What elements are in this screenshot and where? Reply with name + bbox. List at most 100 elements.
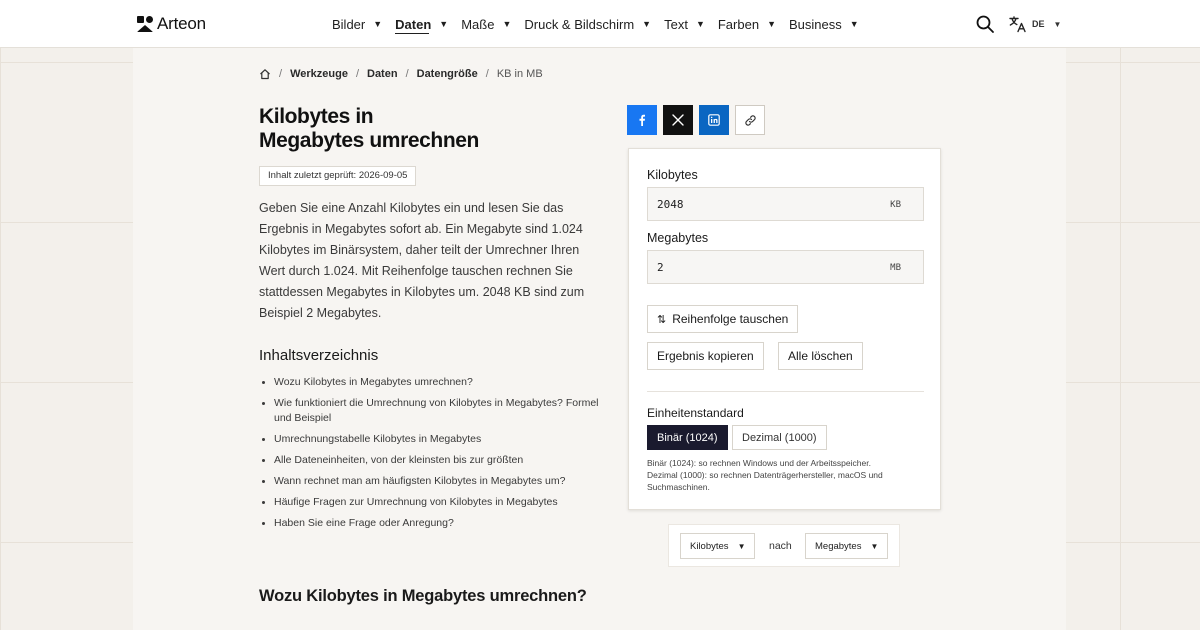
unit-standard-label: Einheitenstandard <box>647 406 744 420</box>
nav-item-label: Daten <box>395 16 432 32</box>
breadcrumb-separator: / <box>485 68 489 80</box>
breadcrumb: / Werkzeuge / Daten / Datengröße / KB in… <box>259 68 543 80</box>
toc-heading: Inhaltsverzeichnis <box>259 347 379 364</box>
share-buttons <box>627 105 765 135</box>
toc-link[interactable]: Alle Dateneinheiten, von der kleinsten b… <box>274 454 523 466</box>
breadcrumb-separator: / <box>355 68 359 80</box>
breadcrumb-separator: / <box>405 68 409 80</box>
top-navigation-bar: Arteon Bilder ▼ Daten ▼ Maße ▼ Druck & B… <box>0 0 1200 48</box>
breadcrumb-current: KB in MB <box>496 68 543 80</box>
search-button[interactable] <box>975 14 995 34</box>
toc-link[interactable]: Wie funktioniert die Umrechnung von Kilo… <box>274 397 599 424</box>
facebook-icon <box>639 114 645 126</box>
from-unit: KB <box>890 200 901 210</box>
main-navigation: Bilder ▼ Daten ▼ Maße ▼ Druck & Bildschi… <box>332 0 872 48</box>
standard-decimal-toggle[interactable]: Dezimal (1000) <box>732 425 827 450</box>
toc-item[interactable]: Wie funktioniert die Umrechnung von Kilo… <box>259 396 599 426</box>
caret-down-icon: ▼ <box>767 19 776 29</box>
nav-item-daten[interactable]: Daten ▼ <box>395 0 461 48</box>
search-icon <box>976 15 994 33</box>
toc-link[interactable]: Haben Sie eine Frage oder Anregung? <box>274 517 454 529</box>
nav-item-druck-bildschirm[interactable]: Druck & Bildschirm ▼ <box>524 0 664 48</box>
page-title: Kilobytes in Megabytes umrechnen <box>259 105 589 153</box>
to-unit: MB <box>890 263 901 273</box>
share-x-button[interactable] <box>663 105 693 135</box>
swap-arrows-icon: ⇅ <box>657 313 667 326</box>
toc-item[interactable]: Umrechnungstabelle Kilobytes in Megabyte… <box>259 432 599 447</box>
nav-item-business[interactable]: Business ▼ <box>789 0 872 48</box>
section-heading: Wozu Kilobytes in Megabytes umrechnen? <box>259 587 587 605</box>
note-decimal: Dezimal (1000): so rechnen Datenträgerhe… <box>647 470 883 492</box>
toc-item[interactable]: Wozu Kilobytes in Megabytes umrechnen? <box>259 375 599 390</box>
toc-link[interactable]: Wozu Kilobytes in Megabytes umrechnen? <box>274 376 473 388</box>
nav-item-text[interactable]: Text ▼ <box>664 0 718 48</box>
from-field: KB <box>647 187 924 221</box>
linkedin-icon <box>708 114 720 126</box>
caret-down-icon: ▼ <box>373 19 383 29</box>
toc-item[interactable]: Alle Dateneinheiten, von der kleinsten b… <box>259 453 599 468</box>
toc-link[interactable]: Wann rechnet man am häufigsten Kilobytes… <box>274 475 565 487</box>
nav-item-bilder[interactable]: Bilder ▼ <box>332 0 395 48</box>
standard-binary-toggle[interactable]: Binär (1024) <box>647 425 728 450</box>
unit-selector: Kilobytes ▼ nach Megabytes ▼ <box>668 524 900 567</box>
caret-down-icon: ▼ <box>439 19 449 29</box>
breadcrumb-item[interactable]: Werkzeuge <box>290 68 348 80</box>
nav-item-label: Text <box>664 16 688 32</box>
translate-icon <box>1009 16 1026 33</box>
copy-result-button[interactable]: Ergebnis kopieren <box>647 342 764 370</box>
caret-down-icon: ▼ <box>695 19 705 29</box>
clear-all-label: Alle löschen <box>788 349 853 363</box>
home-icon[interactable] <box>259 68 271 80</box>
to-unit-select-value: Megabytes <box>815 540 862 552</box>
from-unit-select[interactable]: Kilobytes ▼ <box>680 533 756 559</box>
caret-down-icon: ▼ <box>1053 19 1062 29</box>
from-field-label: Kilobytes <box>647 168 698 182</box>
nav-item-label: Maße <box>461 16 495 32</box>
swap-order-label: Reihenfolge tauschen <box>672 312 789 326</box>
intro-paragraph: Geben Sie eine Anzahl Kilobytes ein und … <box>259 201 585 320</box>
card-divider <box>647 391 924 392</box>
converter-card: Kilobytes KB Megabytes MB ⇅ Reihenfolge … <box>628 148 941 510</box>
unit-standard-note: Binär (1024): so rechnen Windows und der… <box>647 457 927 493</box>
language-code: DE <box>1032 19 1045 29</box>
toc-item[interactable]: Wann rechnet man am häufigsten Kilobytes… <box>259 474 599 489</box>
toc-link[interactable]: Häufige Fragen zur Umrechnung von Kiloby… <box>274 496 558 508</box>
note-binary: Binär (1024): so rechnen Windows und der… <box>647 458 871 468</box>
toc-link[interactable]: Umrechnungstabelle Kilobytes in Megabyte… <box>274 433 481 445</box>
to-unit-select[interactable]: Megabytes ▼ <box>805 533 889 559</box>
kilobytes-input[interactable] <box>648 188 878 220</box>
breadcrumb-item[interactable]: Daten <box>367 68 398 80</box>
caret-down-icon: ▼ <box>849 19 859 29</box>
nav-item-label: Bilder <box>332 16 366 32</box>
review-date-badge: Inhalt zuletzt geprüft: 2026-09-05 <box>259 166 417 186</box>
nav-item-label: Farben <box>717 16 760 32</box>
to-field-label: Megabytes <box>647 231 709 245</box>
brand-logo[interactable]: Arteon <box>137 14 206 34</box>
brand-name: Arteon <box>157 14 206 33</box>
table-of-contents: Wozu Kilobytes in Megabytes umrechnen? W… <box>259 375 599 537</box>
megabytes-input[interactable] <box>648 251 878 283</box>
breadcrumb-item[interactable]: Datengröße <box>417 68 478 80</box>
clear-all-button[interactable]: Alle löschen <box>778 342 863 370</box>
share-linkedin-button[interactable] <box>699 105 729 135</box>
toc-item[interactable]: Haben Sie eine Frage oder Anregung? <box>259 516 599 531</box>
language-switcher[interactable]: DE ▼ <box>1009 14 1061 34</box>
caret-down-icon: ▼ <box>642 19 652 29</box>
nav-item-farben[interactable]: Farben ▼ <box>718 0 789 48</box>
swap-order-button[interactable]: ⇅ Reihenfolge tauschen <box>647 305 799 333</box>
copy-link-button[interactable] <box>735 105 765 135</box>
link-icon <box>744 114 756 126</box>
from-unit-select-value: Kilobytes <box>690 540 729 552</box>
nav-item-masse[interactable]: Maße ▼ <box>461 0 524 48</box>
page-title-line: Megabytes umrechnen <box>259 129 479 152</box>
nav-item-label: Druck & Bildschirm <box>524 16 635 32</box>
unit-connector-text: nach <box>769 540 792 552</box>
share-facebook-button[interactable] <box>627 105 657 135</box>
copy-result-label: Ergebnis kopieren <box>657 349 754 363</box>
breadcrumb-separator: / <box>279 68 283 80</box>
caret-down-icon: ▼ <box>502 19 512 29</box>
toc-item[interactable]: Häufige Fragen zur Umrechnung von Kiloby… <box>259 495 599 510</box>
nav-item-label: Business <box>788 16 842 32</box>
caret-down-icon: ▼ <box>870 541 879 551</box>
brand-logo-icon <box>137 16 153 32</box>
